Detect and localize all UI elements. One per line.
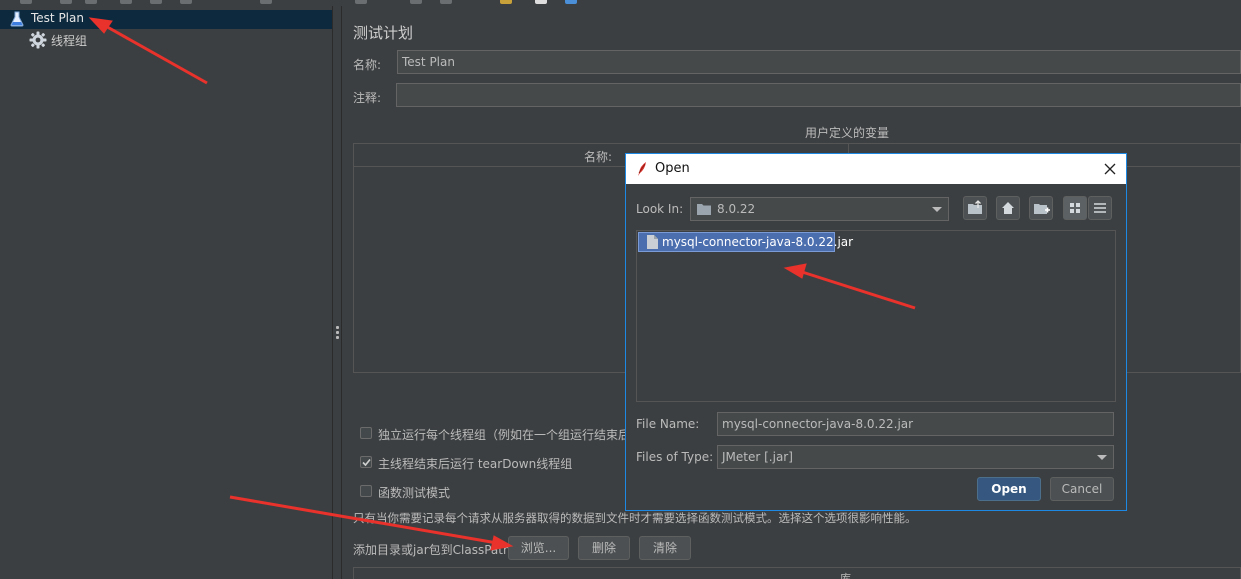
list-view-button[interactable] (1063, 196, 1087, 220)
clear-button[interactable]: 清除 (639, 536, 691, 560)
home-button[interactable] (996, 196, 1020, 220)
list-item[interactable]: mysql-connector-java-8.0.22.jar (638, 232, 853, 252)
dialog-title: Open (655, 161, 690, 176)
chevron-down-icon (1097, 455, 1107, 460)
gear-icon (29, 31, 47, 49)
chevron-down-icon (932, 207, 942, 212)
tree-item-label: Test Plan (31, 11, 84, 25)
look-in-label: Look In: (636, 202, 684, 216)
toolbar-icon[interactable] (150, 0, 162, 4)
splitter-handle[interactable] (332, 6, 342, 579)
file-name-field[interactable]: mysql-connector-java-8.0.22.jar (717, 412, 1114, 436)
file-type-select[interactable]: JMeter [.jar] (717, 445, 1114, 469)
option-label: 主线程结束后运行 tearDown线程组 (378, 457, 573, 471)
file-name: mysql-connector-java-8.0.22.jar (662, 235, 854, 249)
file-name-label: File Name: (636, 417, 700, 431)
new-folder-icon (1034, 204, 1050, 214)
check-icon (362, 458, 371, 467)
comment-field[interactable] (396, 83, 1241, 107)
toolbar-icon[interactable] (410, 0, 422, 4)
checkbox-functional-test-mode[interactable] (360, 485, 372, 497)
page-title: 测试计划 (353, 24, 414, 42)
test-plan-tree: Test Plan 线程组 (0, 6, 332, 579)
tree-item-thread-group[interactable]: 线程组 (0, 30, 332, 50)
functional-mode-hint: 只有当你需要记录每个请求从服务器取得的数据到文件时才需要选择函数测试模式。选择这… (353, 511, 917, 525)
toolbar-icon[interactable] (180, 0, 192, 4)
feather-icon (638, 162, 646, 176)
vars-title: 用户定义的变量 (805, 126, 890, 140)
details-view-button[interactable] (1088, 196, 1112, 220)
open-button[interactable]: Open (977, 477, 1041, 501)
checkbox-run-thread-groups-consecutively[interactable] (360, 427, 372, 439)
cancel-button[interactable]: Cancel (1050, 477, 1114, 501)
tree-item-label: 线程组 (51, 34, 88, 48)
name-label: 名称: (353, 58, 382, 72)
classpath-table[interactable]: 库 (353, 567, 1241, 579)
delete-button[interactable]: 删除 (578, 536, 630, 560)
toolbar-icon[interactable] (565, 0, 577, 4)
toolbar-icon[interactable] (440, 0, 452, 4)
file-type-label: Files of Type: (636, 450, 714, 464)
toolbar-icon[interactable] (60, 0, 72, 4)
file-icon (647, 235, 658, 249)
toolbar-icon[interactable] (355, 0, 367, 4)
flask-icon (10, 11, 24, 27)
up-one-level-button[interactable] (963, 196, 987, 220)
checkbox-teardown-on-shutdown[interactable] (360, 456, 372, 468)
toolbar-icon[interactable] (120, 0, 132, 4)
toolbar-icon[interactable] (535, 0, 547, 4)
folder-up-icon (968, 200, 982, 214)
folder-icon (697, 204, 711, 215)
look-in-value: 8.0.22 (717, 202, 756, 216)
name-field[interactable]: Test Plan (397, 50, 1241, 74)
tree-item-test-plan[interactable]: Test Plan (0, 10, 332, 29)
browse-button[interactable]: 浏览... (508, 536, 569, 560)
new-folder-button[interactable] (1029, 196, 1053, 220)
toolbar-icon[interactable] (260, 0, 272, 4)
option-label: 函数测试模式 (378, 486, 451, 500)
classpath-label: 添加目录或jar包到ClassPath (353, 543, 511, 557)
home-icon (1002, 202, 1014, 214)
details-view-icon (1094, 203, 1106, 213)
file-list[interactable]: mysql-connector-java-8.0.22.jar (636, 230, 1116, 402)
column-header-name[interactable]: 名称: (584, 148, 612, 165)
comment-label: 注释: (353, 91, 382, 105)
toolbar-icon[interactable] (500, 0, 512, 4)
dialog-title-bar[interactable]: Open (626, 154, 1126, 184)
file-type-value: JMeter [.jar] (722, 450, 793, 464)
grip-icon (336, 326, 339, 341)
toolbar-icon[interactable] (85, 0, 97, 4)
grid-view-icon (1070, 203, 1080, 213)
close-icon[interactable] (1104, 163, 1116, 175)
open-file-dialog: Open Look In: 8.0.22 mysql-connector-jav… (625, 153, 1127, 511)
look-in-combo[interactable]: 8.0.22 (690, 197, 949, 221)
option-label: 独立运行每个线程组（例如在一个组运行结束后 (378, 428, 631, 442)
column-header-library: 库 (840, 572, 851, 579)
toolbar-icon[interactable] (20, 0, 32, 4)
